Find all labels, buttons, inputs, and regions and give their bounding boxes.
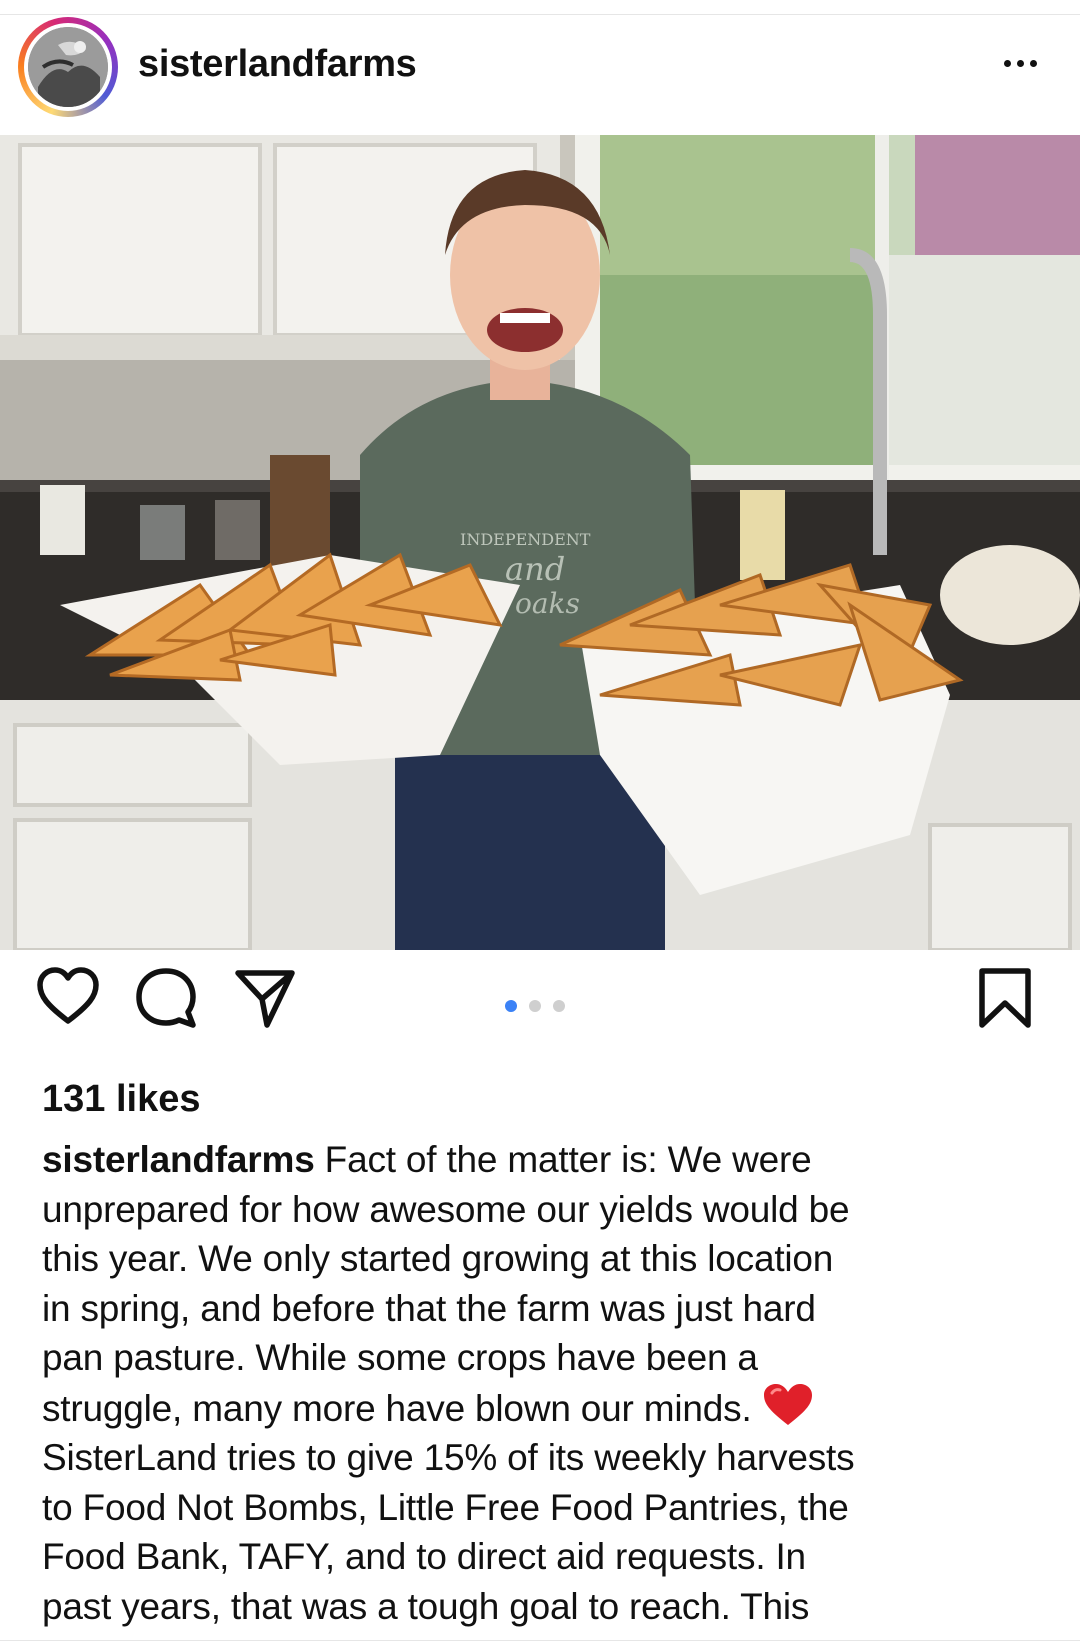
caption-username[interactable]: sisterlandfarms	[42, 1139, 315, 1180]
more-options-icon[interactable]	[996, 49, 1044, 77]
bookmark-icon[interactable]	[972, 965, 1038, 1031]
caption-line: this year. We only started growing at th…	[42, 1238, 834, 1279]
caption-line: Food Bank, TAFY, and to direct aid reque…	[42, 1536, 806, 1577]
red-heart-emoji-icon	[763, 1383, 812, 1425]
carousel-dot-active	[505, 1000, 517, 1012]
avatar-image	[28, 27, 108, 107]
comment-icon[interactable]	[133, 965, 199, 1031]
svg-text:oaks: oaks	[515, 587, 580, 620]
caption-line: in spring, and before that the farm was …	[42, 1287, 816, 1329]
post-username[interactable]: sisterlandfarms	[138, 43, 417, 86]
caption-line: to Food Not Bombs, Little Free Food Pant…	[42, 1486, 849, 1528]
caption-line: sisterlandfarms Fact of the matter is: W…	[42, 1135, 1042, 1185]
share-icon[interactable]	[232, 965, 298, 1031]
caption-text: Fact of the matter is: We were	[324, 1139, 812, 1180]
caption-line: unprepared for how awesome our yields wo…	[42, 1188, 850, 1230]
post-photo[interactable]: INDEPENDENT and oaks	[0, 135, 1080, 950]
caption-line: pan pasture. While some crops have been …	[42, 1337, 758, 1378]
caption-line: past years, that was a tough goal to rea…	[42, 1585, 810, 1627]
caption-text: struggle, many more have blown our minds…	[42, 1387, 752, 1429]
carousel-indicator	[505, 1000, 565, 1012]
post-header: sisterlandfarms	[0, 15, 1080, 135]
heart-icon[interactable]	[35, 965, 101, 1031]
post-caption: sisterlandfarms Fact of the matter is: W…	[42, 1135, 1042, 1631]
likes-count[interactable]: 131 likes	[42, 1078, 200, 1121]
avatar[interactable]	[24, 23, 112, 111]
story-ring[interactable]	[18, 17, 118, 117]
bottom-divider	[0, 1640, 1080, 1641]
svg-text:INDEPENDENT: INDEPENDENT	[460, 530, 591, 549]
carousel-dot	[529, 1000, 541, 1012]
caption-line: SisterLand tries to give 15% of its week…	[42, 1437, 855, 1478]
carousel-dot	[553, 1000, 565, 1012]
svg-text:and: and	[505, 550, 565, 588]
caption-line: struggle, many more have blown our minds…	[42, 1383, 1042, 1434]
